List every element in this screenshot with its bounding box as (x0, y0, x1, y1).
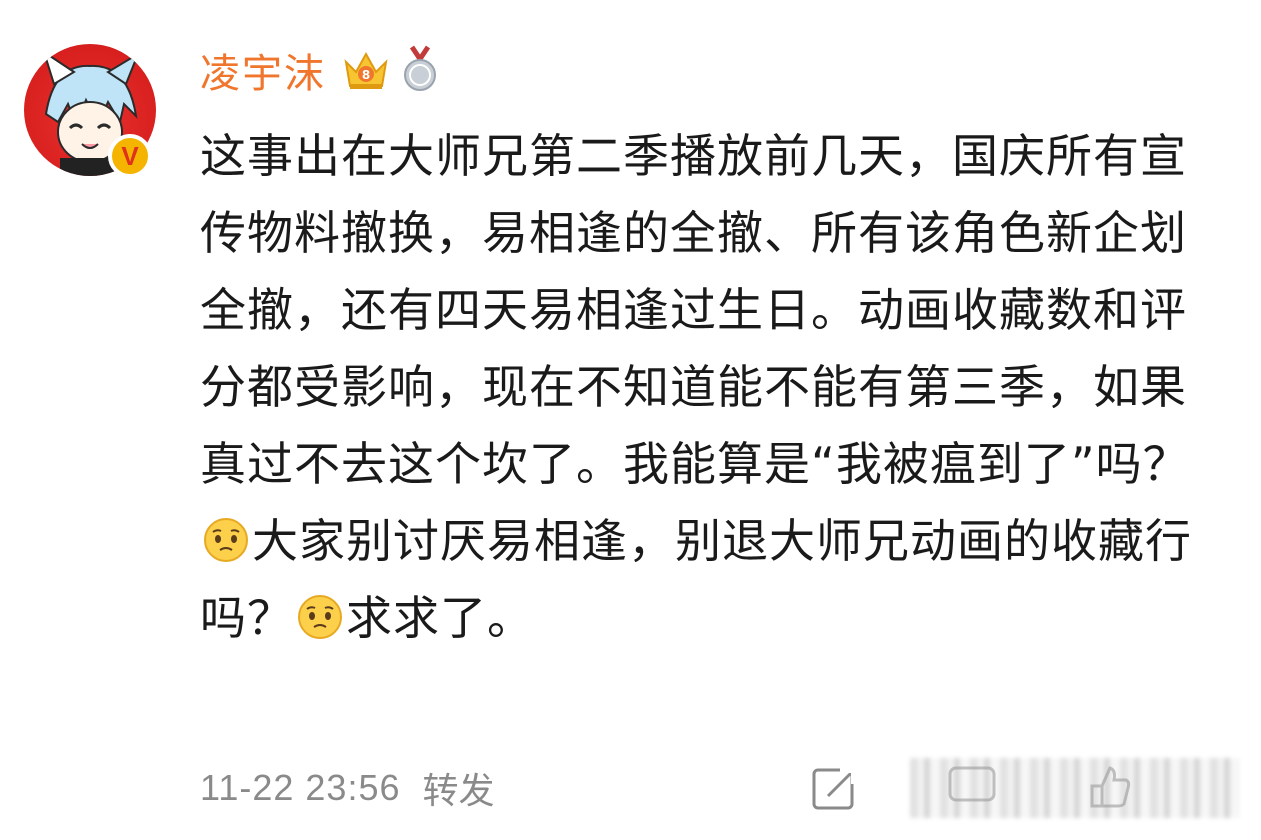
disappointed-face-icon (298, 595, 342, 639)
verified-badge: V (108, 134, 152, 178)
share-edit-icon[interactable] (810, 764, 860, 814)
svg-text:8: 8 (362, 68, 370, 82)
post-text-main: 这事出在大师兄第二季播放前几天，国庆所有宣传物料撤换，易相逢的全撤、所有该角色新… (200, 129, 1190, 491)
post-content: 这事出在大师兄第二季播放前几天，国庆所有宣传物料撤换，易相逢的全撤、所有该角色新… (200, 118, 1230, 657)
username[interactable]: 凌宇沫 (200, 41, 326, 99)
repost-label[interactable]: 转发 (423, 762, 495, 814)
post-text-part3: 求求了。 (346, 591, 534, 645)
post-header: 凌宇沫 8 (200, 40, 438, 100)
crown-icon[interactable]: 8 (342, 48, 390, 92)
disappointed-face-icon (204, 518, 248, 562)
medal-icon[interactable] (402, 45, 438, 95)
post-footer: 11-22 23:56 转发 (200, 762, 495, 814)
comment-icon[interactable] (946, 762, 1002, 812)
post-timestamp: 11-22 23:56 (200, 767, 401, 808)
like-icon[interactable] (1084, 762, 1134, 812)
